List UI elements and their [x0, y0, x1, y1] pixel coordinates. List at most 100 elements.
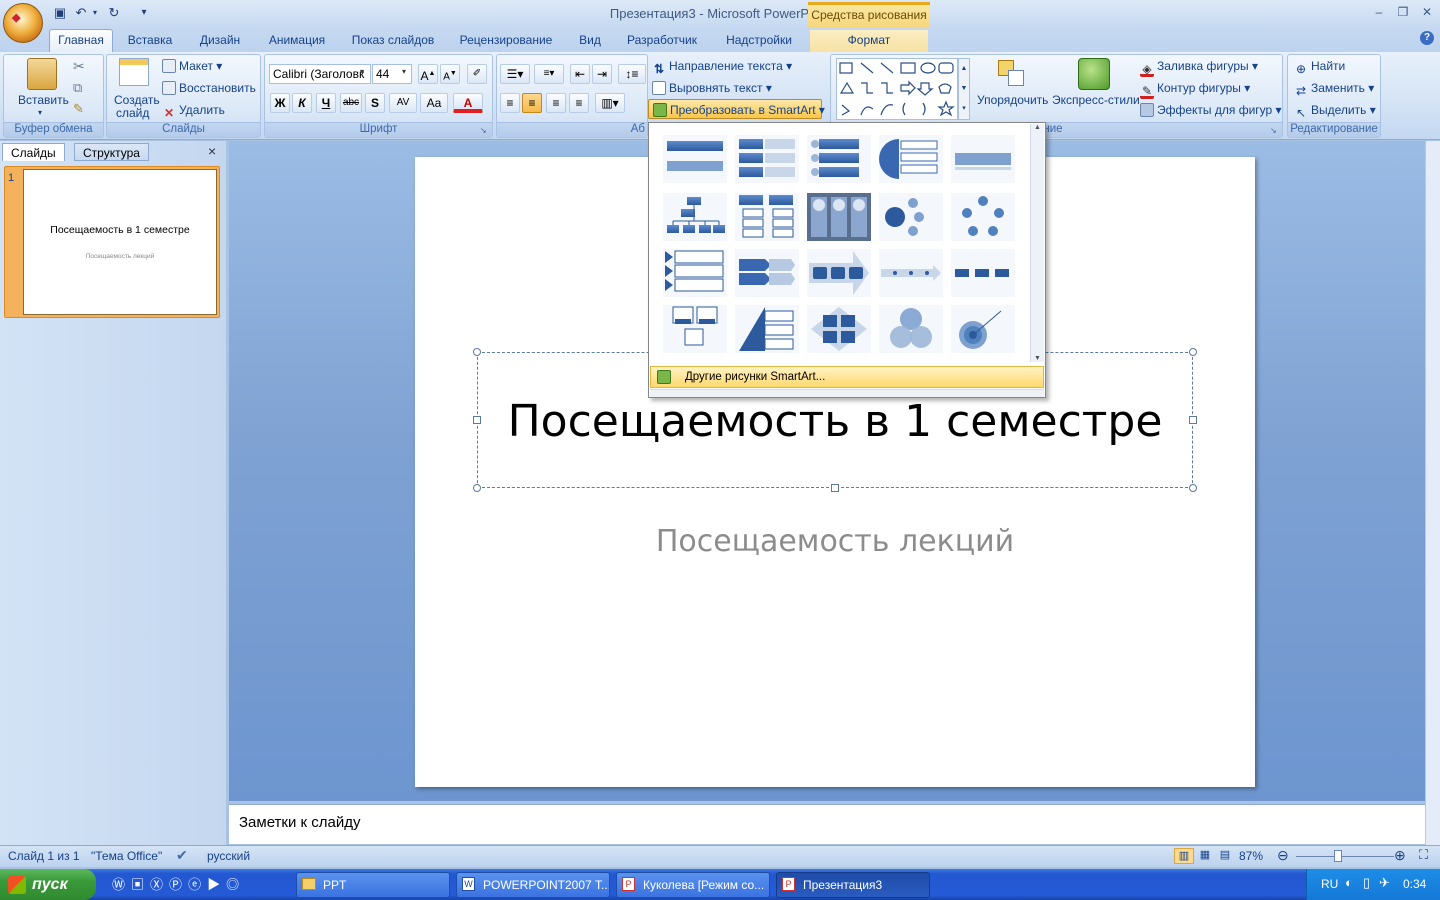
task-ppt-folder[interactable]: PPT — [296, 872, 450, 898]
task-kukoleva-doc[interactable]: Куколева [Режим со... — [616, 872, 770, 898]
theme-name[interactable]: "Тема Office" — [91, 849, 162, 863]
align-text-button[interactable]: Выровнять текст ▾ — [652, 78, 772, 98]
cut-icon[interactable]: ✂ — [73, 58, 85, 75]
tab-outline[interactable]: Структура — [74, 143, 149, 161]
justify-button[interactable]: ≡ — [569, 93, 589, 113]
fit-window-icon[interactable]: ⛶ — [1419, 847, 1428, 863]
resize-handle-tr[interactable] — [1189, 348, 1197, 356]
more-smartart-item[interactable]: Другие рисунки SmartArt... — [650, 366, 1044, 388]
smartart-timeline[interactable] — [879, 249, 943, 297]
smartart-picture-list[interactable] — [663, 305, 727, 353]
change-case-button[interactable]: Aa — [420, 93, 448, 113]
smartart-pyramid-list[interactable] — [735, 305, 799, 353]
office-button[interactable]: ◆ — [3, 3, 43, 43]
replace-button[interactable]: ⇄ Заменить ▾ — [1294, 78, 1374, 98]
input-language[interactable]: RU — [1321, 877, 1338, 891]
arrange-button[interactable]: Упорядочить — [977, 93, 1048, 107]
spellcheck-icon[interactable]: ✔ — [176, 847, 188, 864]
new-slide-button[interactable]: Создать — [114, 93, 160, 107]
layout-button[interactable]: Макет ▾ — [162, 56, 222, 76]
vertical-scrollbar[interactable] — [1425, 141, 1440, 845]
scroll-up-icon[interactable]: ▲ — [1031, 124, 1044, 131]
resize-handle-bl[interactable] — [473, 484, 481, 492]
bullets-button[interactable]: ☰▾ — [500, 64, 530, 84]
task-powerpoint2007-doc[interactable]: POWERPOINT2007 Т... — [456, 872, 610, 898]
quick-styles-button[interactable]: Экспресс-стили — [1052, 93, 1140, 107]
align-left-button[interactable]: ≡ — [500, 93, 520, 113]
align-right-button[interactable]: ≡ — [546, 93, 566, 113]
drawing-dialog-launcher-icon[interactable]: ↘ — [1270, 126, 1277, 135]
paste-button[interactable]: Вставить — [18, 93, 69, 107]
tab-animation[interactable]: Анимация — [258, 32, 336, 52]
smartart-chevron-process[interactable] — [735, 249, 799, 297]
smartart-radial[interactable] — [879, 193, 943, 241]
slide-title[interactable]: Посещаемость в 1 семестре — [477, 396, 1193, 447]
char-spacing-button[interactable]: AV — [389, 93, 417, 113]
smartart-stacked-list[interactable] — [735, 135, 799, 183]
smartart-org-chart[interactable] — [663, 193, 727, 241]
tab-review[interactable]: Рецензирование — [452, 32, 560, 52]
shape-effects-button[interactable]: Эффекты для фигур ▾ — [1140, 100, 1282, 120]
smartart-gallery-scrollbar[interactable]: ▲ ▼ — [1030, 124, 1044, 362]
paste-dropdown-icon[interactable]: ▾ — [38, 108, 42, 117]
align-center-button[interactable]: ≡ — [522, 93, 542, 113]
increase-indent-button[interactable]: ⇥ — [592, 64, 612, 84]
tab-slides[interactable]: Слайды — [2, 143, 65, 161]
shape-outline-button[interactable]: ✎ Контур фигуры ▾ — [1140, 78, 1250, 99]
slide-thumbnail[interactable]: Посещаемость в 1 семестре Посещаемость л… — [23, 169, 217, 315]
numbering-button[interactable]: ≡▾ — [534, 64, 564, 84]
italic-button[interactable]: К — [292, 93, 312, 113]
font-color-button[interactable]: A — [453, 93, 483, 113]
close-icon[interactable]: ✕ — [1418, 5, 1436, 21]
font-dialog-launcher-icon[interactable]: ↘ — [480, 126, 487, 135]
tray-icon-1[interactable]: ◐ — [1345, 875, 1353, 890]
smartart-target[interactable] — [951, 305, 1015, 353]
delete-slide-button[interactable]: ✕ Удалить — [162, 100, 225, 120]
font-name-dropdown-icon[interactable]: ▾ — [360, 67, 364, 76]
smartart-venn[interactable] — [879, 305, 943, 353]
resize-handle-br[interactable] — [1189, 484, 1197, 492]
word-icon[interactable]: Ⓦ — [112, 877, 131, 892]
tab-home[interactable]: Главная — [49, 29, 113, 53]
notes-pane[interactable]: Заметки к слайду — [229, 804, 1425, 844]
smartart-vertical-list[interactable] — [663, 135, 727, 183]
resize-handle-tl[interactable] — [473, 348, 481, 356]
clear-formatting-button[interactable]: ✐ — [467, 64, 487, 84]
powerpoint-icon[interactable]: Ⓟ — [169, 877, 188, 892]
tray-icon-2[interactable]: ▯ — [1363, 875, 1370, 891]
zoom-in-icon[interactable]: ⊕ — [1394, 847, 1406, 864]
format-painter-icon[interactable]: ✎ — [73, 101, 84, 117]
pane-close-icon[interactable]: × — [208, 143, 216, 159]
underline-button[interactable]: Ч — [316, 93, 336, 113]
pdf-icon[interactable]: ▣ — [131, 877, 150, 892]
minimize-icon[interactable]: – — [1370, 5, 1388, 21]
select-button[interactable]: ↖ Выделить ▾ — [1294, 100, 1376, 120]
slide-sorter-icon[interactable]: ▦ — [1196, 848, 1214, 861]
smartart-hierarchy-list[interactable] — [735, 193, 799, 241]
tab-slideshow[interactable]: Показ слайдов — [344, 32, 442, 52]
slideshow-view-icon[interactable]: ▤ — [1216, 848, 1234, 861]
paste-icon[interactable] — [27, 58, 57, 90]
strikethrough-button[interactable]: abc — [340, 93, 362, 113]
smartart-bullet-list[interactable] — [807, 135, 871, 183]
text-direction-button[interactable]: ⇅ Направление текста ▾ — [652, 56, 792, 76]
font-size-dropdown-icon[interactable]: ▾ — [402, 67, 406, 76]
arrange-icon[interactable] — [996, 58, 1028, 90]
dropdown-resize-grip[interactable] — [650, 389, 1044, 397]
zoom-level[interactable]: 87% — [1239, 849, 1263, 863]
smartart-arrow-process[interactable] — [807, 249, 871, 297]
help-icon[interactable]: ? — [1420, 31, 1434, 45]
zoom-out-icon[interactable]: ⊖ — [1277, 847, 1289, 864]
restore-icon[interactable]: ❐ — [1394, 5, 1412, 21]
resize-handle-r[interactable] — [1189, 416, 1197, 424]
bold-button[interactable]: Ж — [270, 93, 290, 113]
scroll-down-icon[interactable]: ▼ — [1031, 355, 1044, 362]
slide-subtitle[interactable]: Посещаемость лекций — [415, 524, 1255, 559]
new-slide-button-line2[interactable]: слайд — [116, 106, 149, 120]
shapes-gallery[interactable] — [836, 58, 958, 120]
network-icon[interactable]: ✈ — [1379, 875, 1390, 891]
copy-icon[interactable]: ⧉ — [73, 80, 82, 96]
decrease-indent-button[interactable]: ⇤ — [570, 64, 590, 84]
tab-view[interactable]: Вид — [570, 32, 610, 52]
tab-addins[interactable]: Надстройки — [716, 32, 802, 52]
